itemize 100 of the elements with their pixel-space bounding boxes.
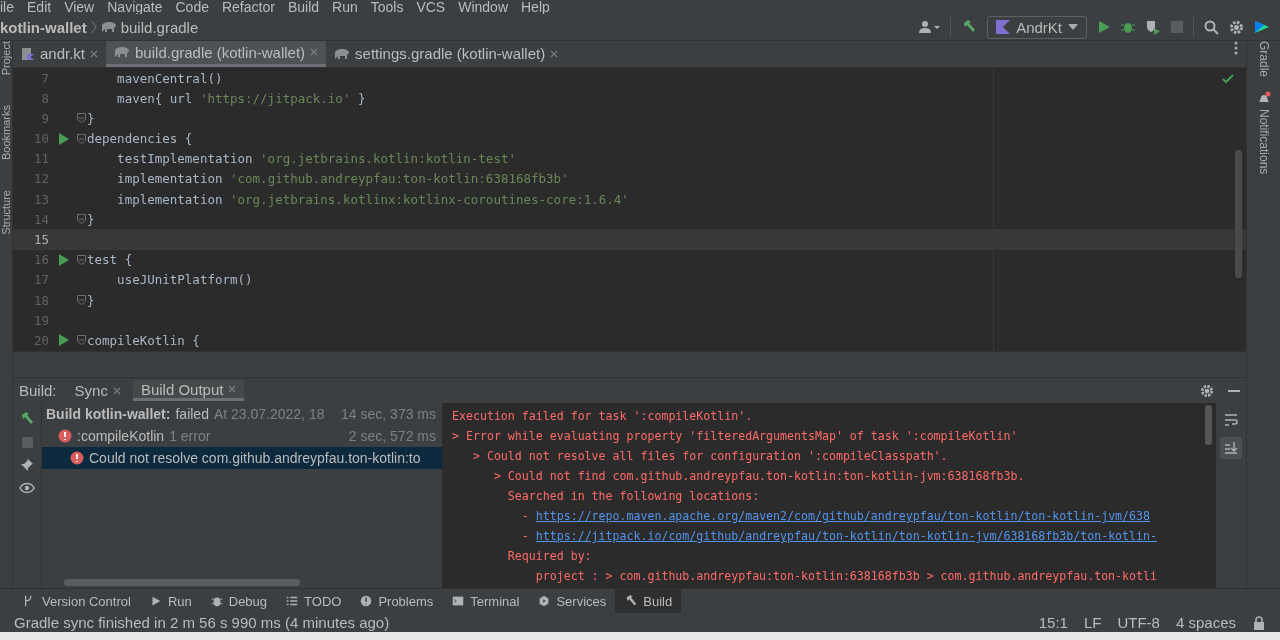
status-item[interactable]: 15:1	[1038, 614, 1068, 631]
elephant-icon	[114, 46, 131, 59]
run-icon[interactable]	[59, 132, 69, 145]
console-line: - https://repo.maven.apache.org/maven2/com/github/andreypfau/ton-kotlin/ton-kotlin-jvm/638	[520, 508, 1151, 526]
tool-window-button[interactable]: TODO	[276, 589, 351, 613]
console-line: > Could not find com.github.andreypfau.ton-kotlin:ton-kotlin-jvm:638168fb3b.	[492, 468, 1026, 486]
run-config-dropdown[interactable]: AndrKt	[987, 15, 1087, 39]
close-icon[interactable]	[550, 49, 559, 58]
menu-item[interactable]: ile	[0, 0, 21, 14]
menu-item[interactable]: Code	[169, 0, 216, 14]
url-link[interactable]: https://repo.maven.apache.org/maven2/com/github/andreypfau/ton-kotlin/ton-kotlin-jvm/638	[535, 509, 1150, 524]
scrollbar[interactable]	[1235, 149, 1242, 278]
settings-icon[interactable]	[1200, 383, 1214, 398]
tool-window-tab[interactable]: Notifications	[1256, 109, 1271, 175]
shield-play-icon[interactable]	[1145, 19, 1161, 35]
tool-window-tab[interactable]: Bookmarks	[0, 105, 12, 161]
line-number: 9	[40, 110, 50, 126]
bug-icon[interactable]	[1121, 20, 1135, 34]
close-icon[interactable]	[228, 385, 237, 394]
tool-window-button[interactable]: Run	[139, 589, 201, 613]
menu-item[interactable]: Run	[326, 0, 365, 14]
menu-item[interactable]: Help	[515, 0, 557, 14]
duration: 2 sec, 572 ms	[348, 428, 437, 445]
pin-icon[interactable]	[20, 458, 34, 473]
tool-window-tab[interactable]: Project	[0, 41, 12, 76]
build-status: failed	[175, 406, 209, 423]
run-icon[interactable]	[59, 334, 69, 347]
line-number: 16	[32, 252, 50, 268]
panel-tab[interactable]: Build Output	[132, 380, 245, 402]
tree-row[interactable]: Could not resolve com.github.andreypfau.ton-kotlin:to	[42, 447, 442, 470]
tool-window-button[interactable]: Debug	[200, 589, 277, 613]
console-line: project : > com.github.andreypfau:ton-kotlin:638168fb3b > com.github.andreypfau.ton-kotli	[534, 568, 1158, 586]
breadcrumb-file[interactable]: build.gradle	[120, 18, 199, 36]
warning-icon	[359, 594, 374, 608]
tool-window-button[interactable]: Terminal	[442, 589, 529, 613]
tree-row[interactable]: :compileKotlin 1 error 2 sec, 572 ms	[42, 425, 442, 448]
build-icon[interactable]	[961, 19, 978, 35]
search-icon[interactable]	[1204, 19, 1219, 35]
code-line: compileKotlin {	[87, 333, 200, 348]
menu-item[interactable]: View	[58, 0, 102, 14]
error-icon	[58, 429, 72, 444]
panel-tab[interactable]: Sync	[66, 380, 129, 402]
fold-icon[interactable]	[76, 133, 86, 144]
editor-tab[interactable]: settings.gradle (kotlin-wallet)	[326, 41, 567, 67]
caret-icon	[1068, 24, 1078, 30]
close-icon[interactable]	[90, 49, 99, 58]
menu-item[interactable]: Tools	[364, 0, 411, 14]
tool-window-tab[interactable]: Structure	[0, 190, 12, 235]
play-icon[interactable]	[1097, 20, 1111, 34]
menu-item[interactable]: Build	[281, 0, 327, 14]
close-icon[interactable]	[112, 386, 121, 395]
status-message: Gradle sync finished in 2 m 56 s 990 ms (4 minutes ago)	[14, 614, 390, 631]
close-icon[interactable]	[310, 48, 319, 57]
scroll-to-end-icon[interactable]	[1220, 437, 1242, 460]
error-count: 1 error	[169, 428, 211, 445]
console-line: Required by:	[506, 548, 593, 566]
line-number: 17	[32, 272, 50, 288]
status-item[interactable]: UTF-8	[1117, 614, 1160, 631]
menu-item[interactable]: Navigate	[101, 0, 170, 14]
breadcrumb-project[interactable]: kotlin-wallet	[0, 18, 87, 36]
run-icon[interactable]	[59, 253, 69, 266]
scrollbar[interactable]	[1205, 405, 1212, 446]
tool-window-button[interactable]: Problems	[350, 589, 443, 613]
line-number: 10	[32, 131, 50, 147]
fold-icon[interactable]	[76, 254, 86, 265]
tool-window-button[interactable]: Build	[615, 589, 682, 613]
editor-tab[interactable]: build.gradle (kotlin-wallet)	[106, 41, 327, 67]
status-item[interactable]: LF	[1083, 614, 1102, 631]
menu-item[interactable]: Window	[452, 0, 515, 14]
user-icon[interactable]	[918, 19, 941, 35]
status-item[interactable]: 4 spaces	[1175, 614, 1236, 631]
fold-icon[interactable]	[76, 295, 86, 306]
lock-icon[interactable]	[1252, 615, 1266, 630]
settings-icon[interactable]	[1229, 19, 1244, 35]
code-line: }	[87, 292, 95, 308]
app-logo-icon[interactable]	[1254, 19, 1270, 35]
editor-tab[interactable]: andr.kt	[13, 41, 107, 67]
tool-window-tab[interactable]: Gradle	[1256, 41, 1271, 78]
tool-window-button[interactable]: Services	[528, 589, 616, 613]
code-line: implementation 'com.github.andreypfau:ton-kotlin:638168fb3b'	[116, 171, 569, 187]
eye-icon[interactable]	[19, 482, 35, 495]
fold-icon[interactable]	[76, 335, 86, 346]
fold-icon[interactable]	[76, 214, 86, 225]
console-line: > Could not resolve all files for configuration ':compileClasspath'.	[471, 448, 949, 466]
menu-item[interactable]: VCS	[410, 0, 453, 14]
menu-item[interactable]: Edit	[21, 0, 59, 14]
url-link[interactable]: https://jitpack.io/com/github/andreypfau/ton-kotlin/ton-kotlin-jvm/638168fb3b/ton-kotlin-	[535, 529, 1157, 544]
chevron-icon	[90, 20, 97, 34]
tree-row[interactable]: Build kotlin-wallet: failed At 23.07.2022, 18 14 sec, 373 ms	[42, 403, 442, 426]
fold-icon[interactable]	[76, 113, 86, 124]
code-line: testImplementation 'org.jetbrains.kotlin:kotlin-test'	[116, 151, 516, 167]
console-line: Execution failed for task ':compileKotlin'.	[451, 408, 754, 426]
menu-item[interactable]: Refactor	[215, 0, 282, 14]
line-number: 8	[40, 90, 50, 106]
hammer-icon	[624, 594, 639, 608]
code-line: implementation 'org.jetbrains.kotlinx:kotlinx-coroutines-core:1.6.4'	[116, 191, 629, 207]
elephant-icon	[334, 47, 351, 60]
line-number: 13	[32, 191, 50, 207]
tool-window-button[interactable]: Version Control	[14, 589, 140, 613]
scrollbar[interactable]	[64, 579, 300, 586]
